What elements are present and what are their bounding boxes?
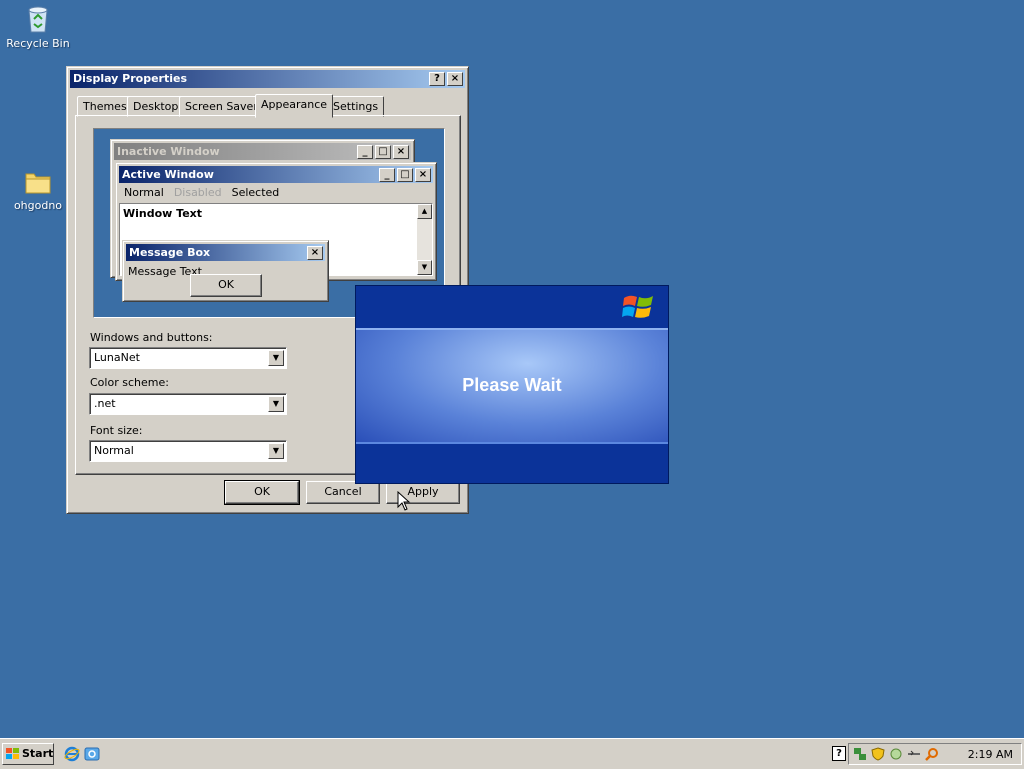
dialog-titlebar[interactable]: Display Properties ? × — [70, 70, 465, 88]
chevron-down-icon[interactable]: ▼ — [268, 443, 284, 459]
recycle-bin-icon — [28, 6, 48, 33]
windows-buttons-value: LunaNet — [94, 351, 140, 364]
windows-buttons-label: Windows and buttons: — [90, 331, 213, 344]
please-wait-splash: Please Wait — [355, 285, 669, 484]
security-shield-icon[interactable] — [871, 747, 885, 761]
active-window-titlebar: Active Window _ □ × — [119, 166, 433, 183]
message-box-titlebar: Message Box × — [126, 244, 325, 261]
maximize-icon: □ — [397, 168, 413, 182]
font-size-select[interactable]: Normal ▼ — [89, 440, 287, 462]
start-button[interactable]: Start — [2, 743, 54, 765]
minimize-icon: _ — [357, 145, 373, 159]
desktop-icon-label: ohgodno — [13, 199, 63, 212]
message-box-title: Message Box — [129, 246, 211, 259]
dialog-title: Display Properties — [73, 72, 188, 85]
system-tray: ? 2:19 AM — [832, 743, 1022, 765]
close-icon: × — [393, 145, 409, 159]
tab-desktop[interactable]: Desktop — [127, 96, 185, 117]
tab-settings[interactable]: Settings — [327, 96, 385, 117]
tab-appearance[interactable]: Appearance — [255, 94, 334, 118]
desktop-icon-recycle-bin[interactable]: Recycle Bin — [2, 2, 74, 50]
windows-buttons-select[interactable]: LunaNet ▼ — [89, 347, 287, 369]
windows-flag-icon — [6, 748, 19, 759]
desktop-icon-label: Recycle Bin — [6, 37, 70, 50]
cancel-button[interactable]: Cancel — [306, 481, 380, 504]
ok-button[interactable]: OK — [224, 480, 300, 505]
help-button[interactable]: ? — [429, 72, 445, 86]
scroll-down-icon: ▼ — [417, 260, 432, 275]
message-box-ok-button: OK — [190, 274, 262, 297]
color-scheme-select[interactable]: .net ▼ — [89, 393, 287, 415]
taskbar: Start ? 2:19 AM — [0, 738, 1024, 769]
chevron-down-icon[interactable]: ▼ — [268, 396, 284, 412]
color-scheme-label: Color scheme: — [90, 376, 169, 389]
menu-selected: Selected — [231, 186, 280, 199]
splash-top-band — [356, 286, 668, 328]
outlook-express-icon[interactable] — [84, 746, 100, 762]
antivirus-icon[interactable] — [889, 747, 903, 761]
folder-icon — [25, 173, 51, 194]
tab-screen-saver[interactable]: Screen Saver — [179, 96, 264, 117]
desktop-icon-folder[interactable]: ohgodno — [2, 168, 74, 212]
close-icon: × — [307, 246, 323, 260]
inactive-window-title: Inactive Window — [117, 145, 220, 158]
inactive-window-titlebar: Inactive Window _ □ × — [114, 143, 411, 160]
scroll-up-icon: ▲ — [417, 204, 432, 219]
internet-explorer-icon[interactable] — [64, 746, 80, 762]
close-button[interactable]: × — [447, 72, 463, 86]
maximize-icon: □ — [375, 145, 391, 159]
font-size-label: Font size: — [90, 424, 143, 437]
font-size-value: Normal — [94, 444, 134, 457]
minimize-icon: _ — [379, 168, 395, 182]
chevron-down-icon[interactable]: ▼ — [268, 350, 284, 366]
splash-message: Please Wait — [356, 328, 668, 442]
volume-icon[interactable] — [907, 747, 921, 761]
mouse-cursor-icon — [397, 491, 411, 511]
network-icon[interactable] — [853, 747, 867, 761]
color-scheme-value: .net — [94, 397, 116, 410]
preview-scrollbar: ▲ ▼ — [417, 204, 432, 275]
clock[interactable]: 2:19 AM — [968, 748, 1013, 761]
menu-normal: Normal — [124, 186, 164, 199]
help-tray-icon[interactable]: ? — [832, 746, 846, 761]
window-text: Window Text — [123, 207, 203, 220]
search-icon[interactable] — [925, 747, 939, 761]
splash-bottom-band — [356, 442, 668, 483]
preview-menu-bar: Normal Disabled Selected — [124, 186, 279, 199]
windows-logo-icon — [622, 295, 653, 318]
close-icon: × — [415, 168, 431, 182]
preview-message-box: Message Box × Message Text OK — [122, 240, 329, 302]
tab-themes[interactable]: Themes — [77, 96, 133, 117]
active-window-title: Active Window — [122, 168, 214, 181]
start-label: Start — [22, 747, 54, 760]
menu-disabled: Disabled — [173, 186, 222, 199]
